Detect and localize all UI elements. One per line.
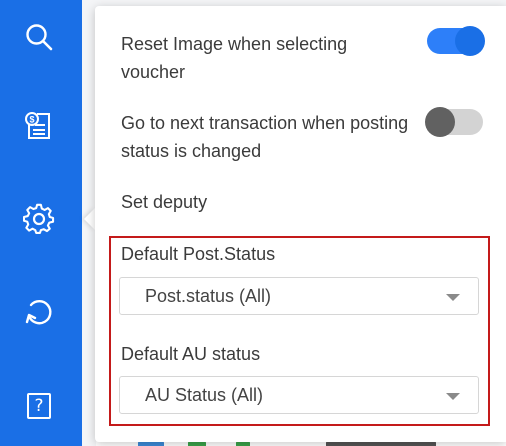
next-transaction-label: Go to next transaction when posting stat… (121, 113, 409, 161)
nav-voucher-button[interactable]: $ (16, 103, 62, 149)
select-value: AU Status (All) (145, 385, 264, 405)
next-transaction-toggle[interactable] (425, 107, 483, 137)
refresh-icon (24, 297, 54, 327)
select-value: Post.status (All) (145, 286, 272, 306)
svg-text:$: $ (29, 115, 34, 125)
voucher-icon: $ (23, 110, 55, 142)
default-au-status-select[interactable]: AU Status (All) (119, 376, 479, 414)
nav-help-button[interactable]: ? (16, 383, 62, 429)
toggle-knob (455, 26, 485, 56)
chevron-down-icon (446, 393, 460, 400)
nav-rail: $ ? (0, 0, 82, 446)
settings-popover: Reset Image when selecting voucher Go to… (95, 6, 506, 442)
help-icon: ? (27, 393, 51, 419)
search-icon (24, 22, 54, 52)
toggle-knob (425, 107, 455, 137)
reset-image-label: Reset Image when selecting voucher (121, 34, 348, 82)
nav-refresh-button[interactable] (16, 289, 62, 335)
help-glyph: ? (34, 396, 44, 416)
default-post-status-select[interactable]: Post.status (All) (119, 277, 479, 315)
default-au-status-label: Default AU status (121, 344, 261, 364)
set-deputy-link[interactable]: Set deputy (121, 188, 207, 216)
default-post-status-label: Default Post.Status (121, 244, 276, 264)
nav-search-button[interactable] (16, 14, 62, 60)
reset-image-toggle[interactable] (427, 26, 485, 56)
chevron-down-icon (446, 294, 460, 301)
nav-settings-button[interactable] (16, 196, 62, 242)
popover-pointer (84, 208, 95, 230)
gear-icon (23, 203, 55, 235)
